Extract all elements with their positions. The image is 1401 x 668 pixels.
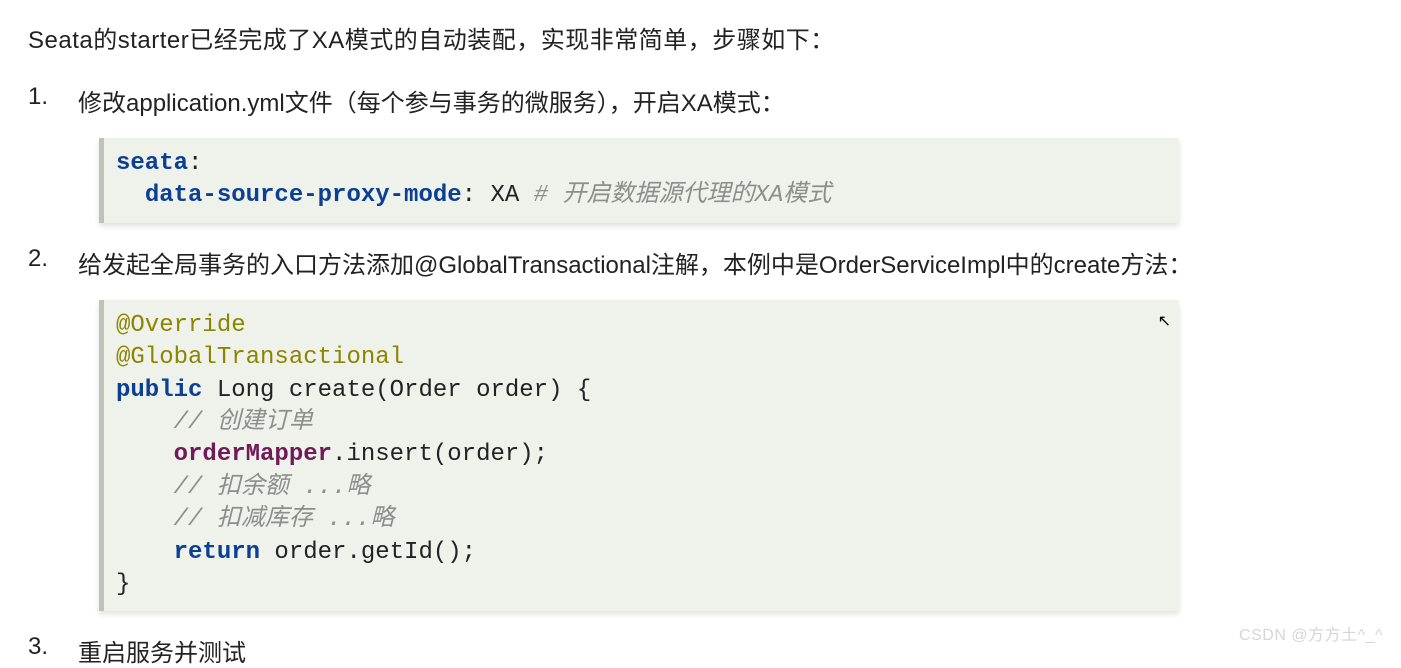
- yaml-key-seata: seata: [116, 150, 188, 177]
- step-2-text: 给发起全局事务的入口方法添加@GlobalTransactional注解，本例中…: [78, 252, 1192, 279]
- yaml-comment-marker: #: [534, 182, 563, 209]
- java-anno-global: @GlobalTransactional: [116, 344, 404, 371]
- java-code-block: ↖ @Override @GlobalTransactional public L…: [99, 300, 1179, 612]
- java-kw-public: public: [116, 377, 202, 404]
- yaml-colon2: :: [462, 182, 476, 209]
- step-3-text: 重启服务并测试: [78, 640, 246, 667]
- yaml-comment-text: 开启数据源代理的XA模式: [563, 182, 832, 209]
- java-return-rest: order.getId();: [260, 539, 476, 566]
- intro-text: Seata的starter已经完成了XA模式的自动装配，实现非常简单，步骤如下：: [28, 20, 1373, 55]
- steps-list: 修改application.yml文件（每个参与事务的微服务），开启XA模式： …: [28, 83, 1373, 668]
- java-field-ordermapper: orderMapper: [174, 441, 332, 468]
- yaml-comment: # 开启数据源代理的XA模式: [534, 182, 832, 209]
- java-comment-3: // 扣减库存 ...略: [174, 506, 395, 533]
- cursor-icon: ↖: [1158, 312, 1171, 334]
- yaml-colon1: :: [188, 150, 202, 177]
- java-sig-rest: Long create(Order order) {: [202, 377, 591, 404]
- java-anno-override: @Override: [116, 312, 246, 339]
- java-kw-return: return: [174, 539, 260, 566]
- step-1-text: 修改application.yml文件（每个参与事务的微服务），开启XA模式：: [78, 90, 785, 117]
- watermark: CSDN @方方土^_^: [1239, 621, 1383, 645]
- java-comment-2: // 扣余额 ...略: [174, 474, 371, 501]
- java-comment-1: // 创建订单: [174, 409, 313, 436]
- java-insert-rest: .insert(order);: [332, 441, 548, 468]
- step-3: 重启服务并测试: [28, 633, 1373, 668]
- java-close-brace: }: [116, 571, 130, 598]
- step-1: 修改application.yml文件（每个参与事务的微服务），开启XA模式： …: [28, 83, 1373, 223]
- yaml-value-xa: XA: [476, 182, 534, 209]
- step-2: 给发起全局事务的入口方法添加@GlobalTransactional注解，本例中…: [28, 245, 1373, 612]
- yaml-key-proxy-mode: data-source-proxy-mode: [145, 182, 462, 209]
- yaml-code-block: seata: data-source-proxy-mode: XA # 开启数据…: [99, 138, 1179, 223]
